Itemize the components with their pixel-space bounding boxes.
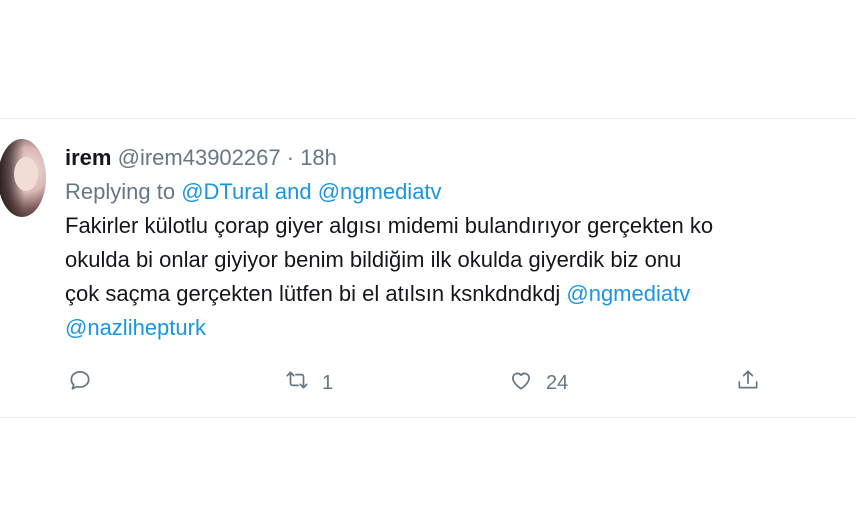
tweet-line-2: okulda bi onlar giyiyor benim bildiğim i… xyxy=(65,247,682,272)
like-icon xyxy=(508,367,534,399)
retweet-button[interactable]: 1 xyxy=(284,367,333,399)
replying-to: Replying to @DTural and @ngmediatv xyxy=(65,175,856,209)
avatar[interactable] xyxy=(0,139,46,217)
user-name[interactable]: irem xyxy=(65,145,111,170)
tweet-line-4: @nazlihepturk xyxy=(65,311,856,345)
tweet-line-3-text: çok saçma gerçekten lütfen bi el atılsın… xyxy=(65,281,567,306)
like-count: 24 xyxy=(546,371,569,394)
tweet-content: irem @irem43902267 · 18h Replying to @DT… xyxy=(65,141,856,345)
share-button[interactable] xyxy=(735,367,761,399)
reply-button[interactable] xyxy=(67,367,93,399)
reply-and[interactable]: and xyxy=(275,179,312,204)
like-button[interactable]: 24 xyxy=(508,367,568,399)
tweet-header: irem @irem43902267 · 18h xyxy=(65,141,856,175)
mention-nazlihepturk[interactable]: @nazlihepturk xyxy=(65,315,206,340)
reply-mention-ngmediatv[interactable]: @ngmediatv xyxy=(318,179,442,204)
user-handle[interactable]: @irem43902267 xyxy=(118,145,281,170)
share-icon xyxy=(735,367,761,399)
tweet-actions: 1 24 xyxy=(65,367,785,397)
tweet-line-3: çok saçma gerçekten lütfen bi el atılsın… xyxy=(65,277,856,311)
replying-prefix: Replying to xyxy=(65,179,176,204)
reply-icon xyxy=(67,367,93,399)
retweet-icon xyxy=(284,367,310,399)
mention-ngmediatv[interactable]: @ngmediatv xyxy=(566,281,690,306)
tweet-time[interactable]: 18h xyxy=(300,145,337,170)
retweet-count: 1 xyxy=(322,371,334,394)
tweet[interactable]: irem @irem43902267 · 18h Replying to @DT… xyxy=(0,118,856,418)
reply-mention-dtural[interactable]: @DTural xyxy=(181,179,269,204)
tweet-text: Fakirler külotlu çorap giyer algısı mide… xyxy=(65,209,856,345)
separator: · xyxy=(286,145,295,170)
tweet-line-1: Fakirler külotlu çorap giyer algısı mide… xyxy=(65,213,714,238)
